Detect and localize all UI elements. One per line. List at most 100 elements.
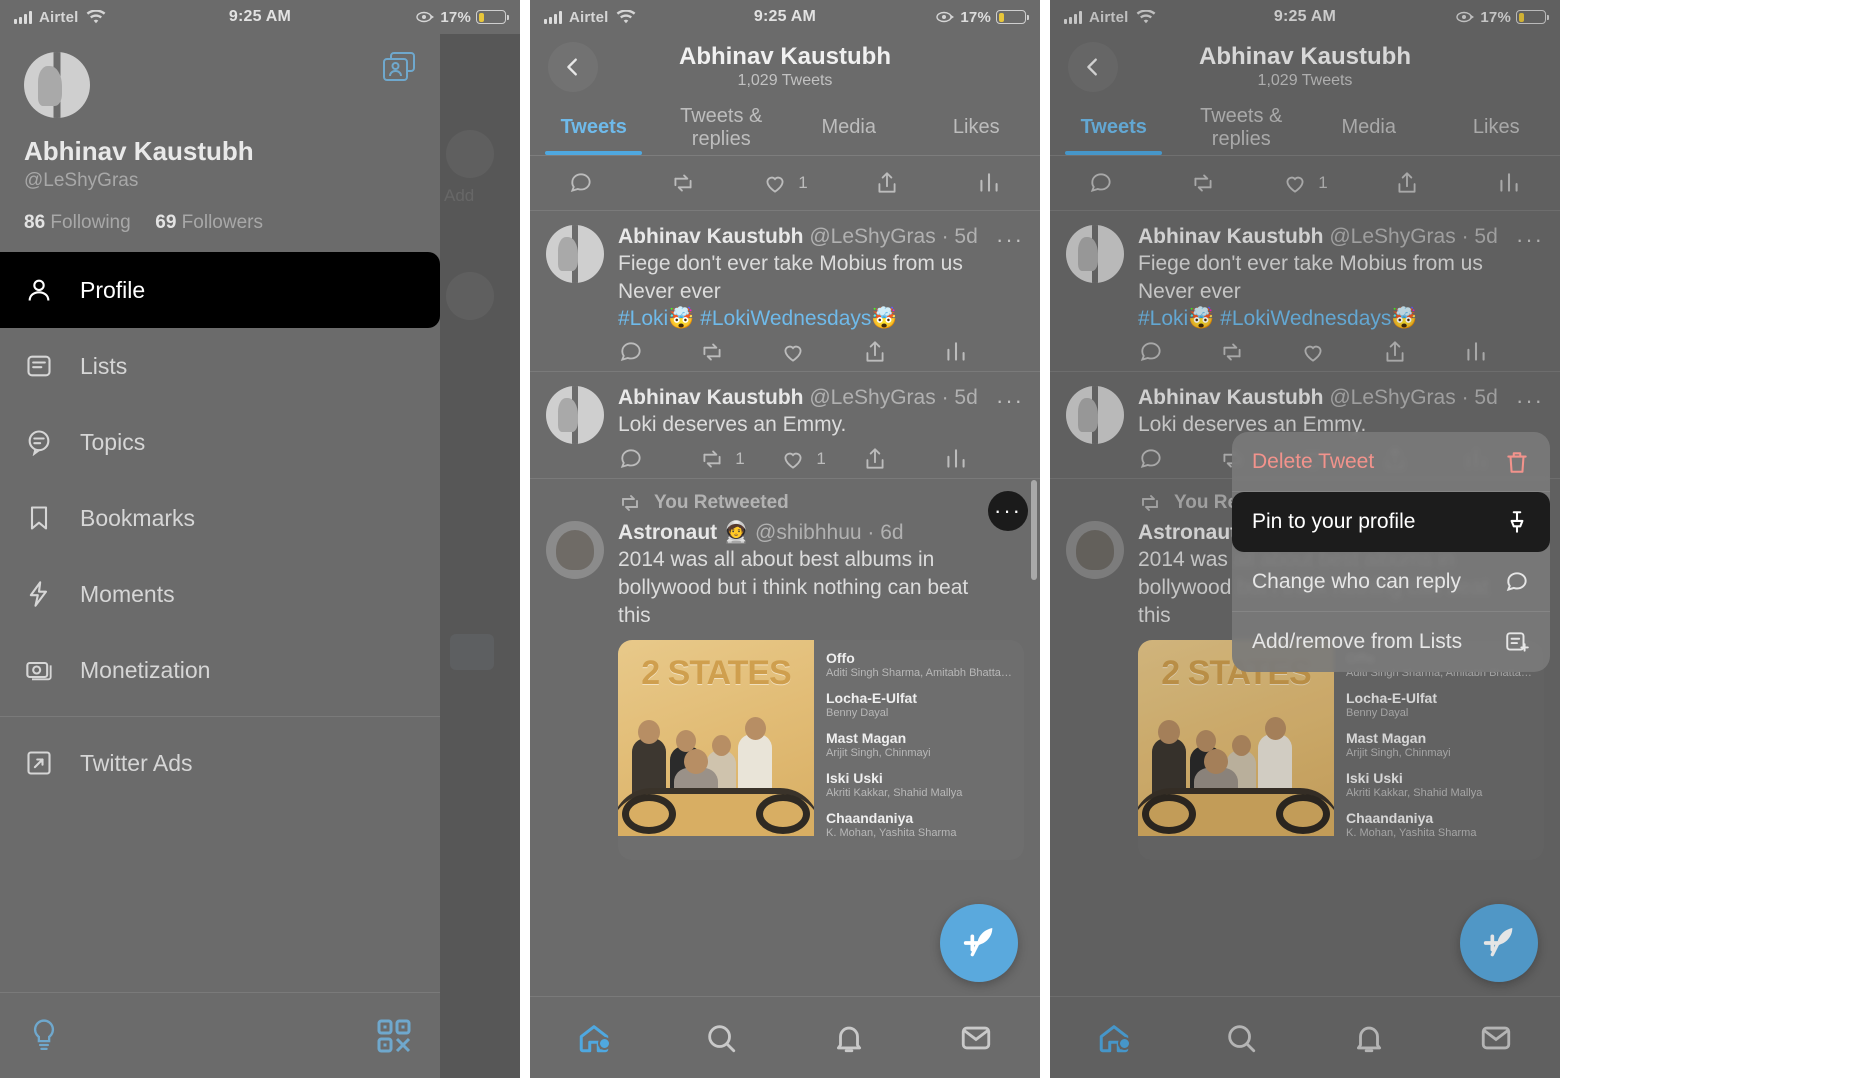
menu-item-delete-tweet[interactable]: Delete Tweet: [1232, 432, 1550, 492]
lightbulb-icon[interactable]: [28, 1018, 60, 1054]
followers-count[interactable]: 69: [155, 212, 176, 233]
drawer-item-topics[interactable]: Topics: [0, 404, 440, 480]
track-item[interactable]: Mast Magan Arijit Singh, Chinmayi: [1346, 730, 1532, 759]
following-count[interactable]: 86: [24, 212, 45, 233]
more-dots-icon[interactable]: ···: [996, 388, 1024, 414]
reply-action[interactable]: [530, 170, 632, 196]
share-action[interactable]: [836, 170, 938, 196]
track-item[interactable]: Mast Magan Arijit Singh, Chinmayi: [826, 730, 1012, 759]
menu-item-pin-to-profile[interactable]: Pin to your profile: [1232, 492, 1550, 552]
track-item[interactable]: Chaandaniya K. Mohan, Yashita Sharma: [1346, 810, 1532, 839]
tab-home[interactable]: [530, 1021, 658, 1055]
tweet-item[interactable]: Abhinav Kaustubh @LeShyGras · 5d Loki de…: [530, 370, 1040, 478]
tweet-author[interactable]: Abhinav Kaustubh: [1138, 225, 1324, 248]
more-dots-icon[interactable]: ···: [988, 490, 1028, 531]
compose-tweet-button[interactable]: [940, 904, 1018, 982]
avatar[interactable]: [1066, 520, 1124, 579]
share-action[interactable]: [862, 339, 943, 365]
track-item[interactable]: Iski Uski Akriti Kakkar, Shahid Mallya: [1346, 770, 1532, 799]
track-item[interactable]: Locha-E-Ulfat Benny Dayal: [1346, 690, 1532, 719]
track-item[interactable]: Offo Aditi Singh Sharma, Amitabh Bhattac…: [826, 650, 1012, 679]
track-item[interactable]: Iski Uski Akriti Kakkar, Shahid Mallya: [826, 770, 1012, 799]
album-card[interactable]: 2 STATES: [618, 639, 1024, 860]
share-action[interactable]: [1356, 170, 1458, 196]
tab-messages[interactable]: [1433, 1021, 1561, 1055]
tab-notifications[interactable]: [1305, 1021, 1433, 1055]
tab-media[interactable]: Media: [1305, 100, 1433, 155]
tab-home[interactable]: [1050, 1021, 1178, 1055]
tab-media[interactable]: Media: [785, 100, 913, 155]
reply-action[interactable]: [618, 446, 699, 472]
tab-search[interactable]: [658, 1021, 786, 1055]
drawer-item-lists[interactable]: Lists: [0, 328, 440, 404]
reply-action[interactable]: [1050, 170, 1152, 196]
retweet-context: You Retweeted: [618, 491, 1024, 515]
like-action[interactable]: [780, 339, 861, 365]
drawer-item-monetization[interactable]: Monetization: [0, 632, 440, 708]
tab-notifications[interactable]: [785, 1021, 913, 1055]
tweet-item[interactable]: Abhinav Kaustubh @LeShyGras · 5d Fiege d…: [1050, 210, 1560, 371]
share-action[interactable]: [862, 446, 943, 472]
tweet-author[interactable]: Abhinav Kaustubh: [618, 386, 804, 409]
tab-messages[interactable]: [913, 1021, 1041, 1055]
back-button[interactable]: [1068, 42, 1118, 92]
retweet-item[interactable]: You Retweeted Astronaut 🧑‍🚀 @shibhhuu · …: [530, 477, 1040, 860]
menu-item-add-remove-from-lists[interactable]: Add/remove from Lists: [1232, 612, 1550, 672]
qr-code-icon[interactable]: [376, 1018, 412, 1054]
analytics-action[interactable]: [938, 170, 1040, 196]
retweet-action[interactable]: 1: [699, 446, 780, 472]
avatar[interactable]: [24, 52, 90, 118]
album-card[interactable]: 2 STATES: [1138, 639, 1544, 860]
tab-tweets[interactable]: Tweets: [530, 100, 658, 155]
scrollbar[interactable]: [1031, 480, 1037, 580]
like-action[interactable]: 1: [780, 446, 861, 472]
drawer-item-profile[interactable]: Profile: [0, 252, 440, 328]
compose-tweet-button[interactable]: [1460, 904, 1538, 982]
tab-likes[interactable]: Likes: [1433, 100, 1561, 155]
avatar[interactable]: [546, 520, 604, 579]
like-action[interactable]: 1: [1254, 170, 1356, 196]
menu-item-change-who-can-reply[interactable]: Change who can reply: [1232, 552, 1550, 612]
retweet-action[interactable]: [632, 170, 734, 196]
tweet-author[interactable]: Astronaut 🧑‍🚀: [618, 521, 749, 544]
analytics-action[interactable]: [943, 339, 1024, 365]
tab-tweets-replies[interactable]: Tweets & replies: [1178, 100, 1306, 155]
tab-search[interactable]: [1178, 1021, 1306, 1055]
retweet-action[interactable]: [1152, 170, 1254, 196]
trash-icon: [1507, 451, 1527, 473]
avatar[interactable]: [546, 385, 604, 444]
tweet-item[interactable]: Abhinav Kaustubh @LeShyGras · 5d Fiege d…: [530, 210, 1040, 371]
drawer-item-bookmarks[interactable]: Bookmarks: [0, 480, 440, 556]
reply-action[interactable]: [618, 339, 699, 365]
more-dots-icon[interactable]: ···: [1516, 388, 1544, 414]
share-action[interactable]: [1382, 339, 1463, 365]
more-dots-icon[interactable]: ···: [1516, 227, 1544, 253]
tweet-author[interactable]: Abhinav Kaustubh: [1138, 386, 1324, 409]
drawer-scrim[interactable]: [440, 34, 520, 1078]
like-action[interactable]: 1: [734, 170, 836, 196]
like-action[interactable]: [1300, 339, 1381, 365]
tab-tweets[interactable]: Tweets: [1050, 100, 1178, 155]
analytics-action[interactable]: [943, 446, 1024, 472]
retweet-action[interactable]: [1219, 339, 1300, 365]
reply-action[interactable]: [1138, 339, 1219, 365]
avatar[interactable]: [1066, 225, 1124, 283]
tweet-hashtags[interactable]: #Loki🤯 #LokiWednesdays🤯: [618, 307, 1024, 331]
tab-likes[interactable]: Likes: [913, 100, 1041, 155]
more-dots-icon[interactable]: ···: [996, 227, 1024, 253]
add-account-icon[interactable]: [382, 52, 416, 82]
analytics-action[interactable]: [1458, 170, 1560, 196]
back-button[interactable]: [548, 42, 598, 92]
track-item[interactable]: Locha-E-Ulfat Benny Dayal: [826, 690, 1012, 719]
track-item[interactable]: Chaandaniya K. Mohan, Yashita Sharma: [826, 810, 1012, 839]
analytics-action[interactable]: [1463, 339, 1544, 365]
avatar[interactable]: [546, 225, 604, 283]
drawer-item-twitter-ads[interactable]: Twitter Ads: [0, 725, 440, 801]
tab-tweets-replies[interactable]: Tweets & replies: [658, 100, 786, 155]
tweet-author[interactable]: Abhinav Kaustubh: [618, 225, 804, 248]
reply-action[interactable]: [1138, 446, 1219, 472]
avatar[interactable]: [1066, 385, 1124, 444]
tweet-hashtags[interactable]: #Loki🤯 #LokiWednesdays🤯: [1138, 307, 1544, 331]
retweet-action[interactable]: [699, 339, 780, 365]
drawer-item-moments[interactable]: Moments: [0, 556, 440, 632]
